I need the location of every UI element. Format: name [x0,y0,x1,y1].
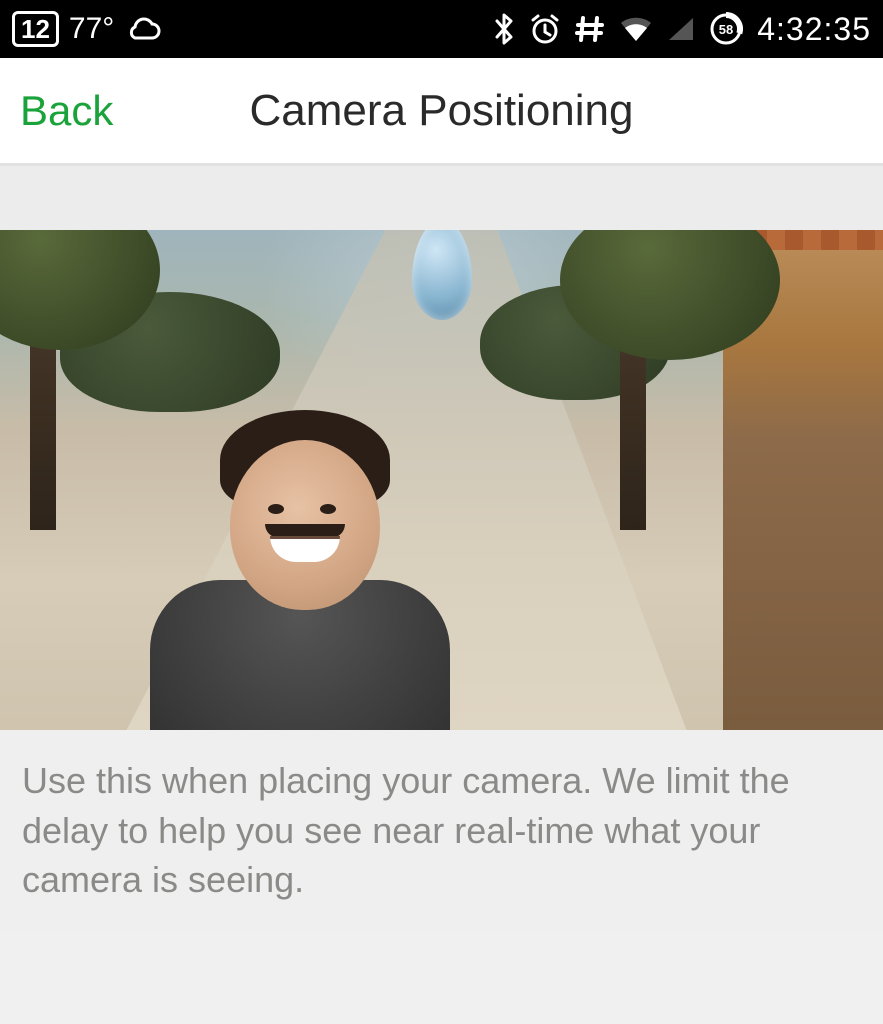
wifi-icon [619,15,653,43]
status-left-cluster: 12 77° [12,11,162,47]
battery-percent-text: 58 [719,22,733,37]
positioning-help-text: Use this when placing your camera. We li… [0,730,883,931]
status-right-cluster: 58 4:32:35 [493,11,871,48]
weather-cloud-icon [124,16,162,42]
scene-ornament [412,230,472,320]
app-header: Back Camera Positioning [0,58,883,166]
hash-icon [575,14,605,44]
bluetooth-icon [493,12,515,46]
camera-live-preview[interactable] [0,230,883,730]
scene-person [150,440,450,730]
header-spacer [0,166,883,230]
calendar-date-badge: 12 [12,11,59,47]
battery-circle-icon: 58 [709,12,743,46]
cell-signal-icon [667,16,695,42]
page-title: Camera Positioning [250,86,634,136]
back-button[interactable]: Back [20,87,113,135]
alarm-clock-icon [529,13,561,45]
android-status-bar: 12 77° 58 4:32:35 [0,0,883,58]
status-clock: 4:32:35 [757,11,871,48]
temperature-readout: 77° [69,12,114,46]
